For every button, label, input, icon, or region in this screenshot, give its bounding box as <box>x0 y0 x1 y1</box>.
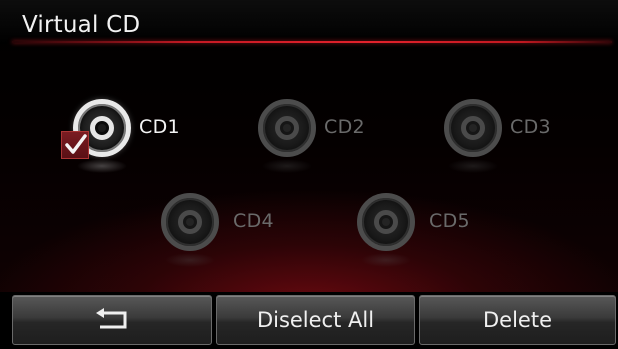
cd-label: CD3 <box>510 116 551 138</box>
page-title: Virtual CD <box>22 12 141 38</box>
return-arrow-icon <box>96 308 127 329</box>
disc-reflection <box>165 253 215 267</box>
bottom-toolbar: Diselect All Delete <box>0 292 618 349</box>
checkmark-icon[interactable] <box>61 131 89 159</box>
cd-label: CD1 <box>139 116 180 138</box>
virtual-cd-screen: Virtual CD CD1 CD2 CD3 CD4 CD5 Diselect … <box>0 0 618 349</box>
header: Virtual CD <box>0 0 618 44</box>
cd-label: CD5 <box>429 210 470 232</box>
cd-item-cd5[interactable]: CD5 <box>357 193 527 273</box>
cd-label: CD4 <box>233 210 274 232</box>
disc-reflection <box>262 159 312 173</box>
cd-item-cd4[interactable]: CD4 <box>161 193 331 273</box>
disc-reflection <box>77 159 127 173</box>
cd-item-cd3[interactable]: CD3 <box>444 99 614 179</box>
header-divider <box>12 41 612 43</box>
disc-icon <box>444 99 502 157</box>
cd-label: CD2 <box>324 116 365 138</box>
back-button[interactable] <box>12 295 212 345</box>
deselect-all-button[interactable]: Diselect All <box>216 295 415 345</box>
cd-item-cd1[interactable]: CD1 <box>61 99 243 179</box>
disc-icon <box>258 99 316 157</box>
delete-button[interactable]: Delete <box>419 295 616 345</box>
disc-reflection <box>448 159 498 173</box>
disc-reflection <box>361 253 411 267</box>
disc-icon <box>357 193 415 251</box>
disc-icon <box>161 193 219 251</box>
cd-item-cd2[interactable]: CD2 <box>258 99 428 179</box>
